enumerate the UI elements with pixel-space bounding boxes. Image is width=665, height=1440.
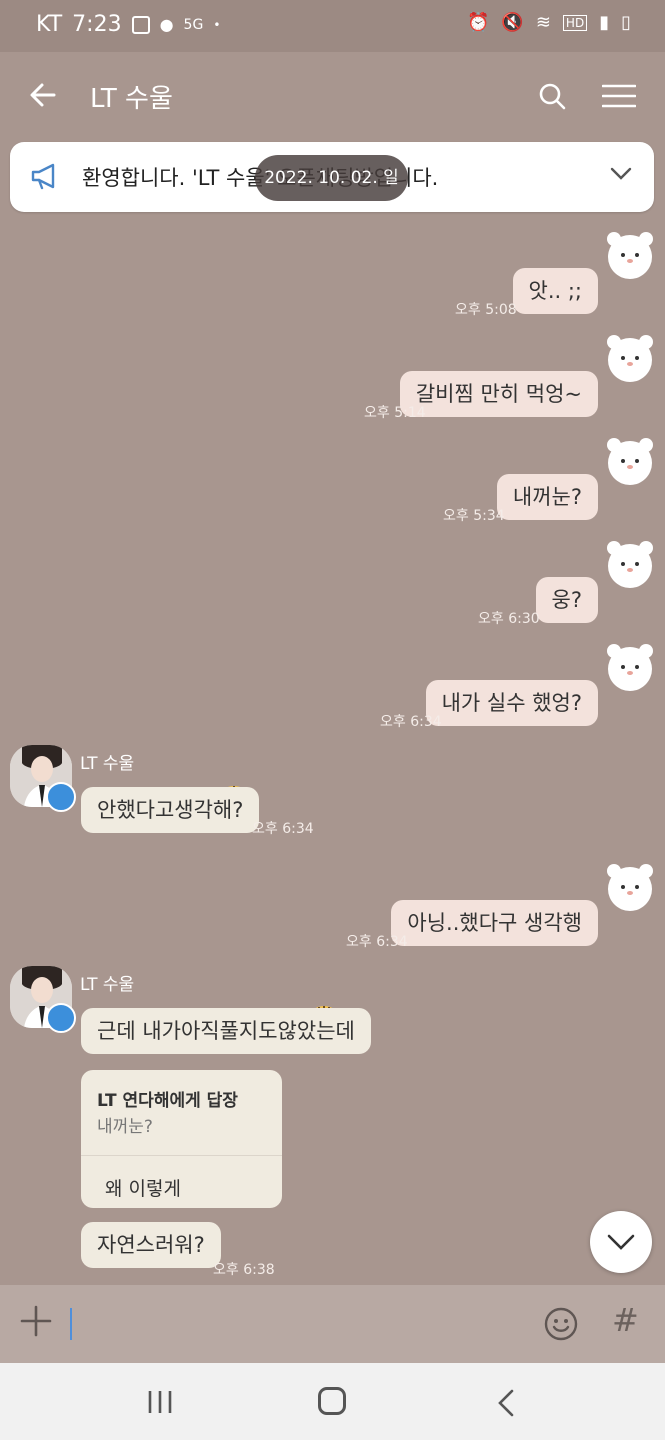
nav-back-icon[interactable] <box>496 1389 516 1417</box>
sender-name: LT 수울 <box>80 975 135 995</box>
message-bubble-out[interactable]: 웅? <box>535 577 598 623</box>
host-crown-icon <box>46 782 76 812</box>
reply-message-card[interactable]: LT 연다해에게 답장 내꺼눈? 왜 이렇게 <box>81 1070 282 1208</box>
battery-icon: ▯ <box>621 12 631 33</box>
system-nav-bar <box>0 1363 665 1440</box>
carrier-label: KT <box>36 12 63 37</box>
bear-avatar[interactable] <box>600 637 660 697</box>
message-bubble-in[interactable]: 안했다고생각해? <box>81 787 260 833</box>
recents-icon[interactable] <box>147 1389 173 1415</box>
message-input-bar: # <box>0 1285 665 1363</box>
message-time: 오후 6:34 <box>252 821 314 837</box>
hd-icon: HD <box>562 14 588 31</box>
chevron-down-icon[interactable] <box>610 162 632 184</box>
reply-body: 왜 이렇게 <box>105 1178 181 1200</box>
message-time: 오후 5:14 <box>364 405 426 421</box>
sender-name: LT 수울 <box>80 754 135 774</box>
reply-quote: 내꺼눈? <box>97 1117 153 1137</box>
clock: 7:23 <box>72 12 122 37</box>
message-bubble-out[interactable]: 아닝..했다구 생각행 <box>391 900 598 946</box>
bear-avatar[interactable] <box>600 328 660 388</box>
chevron-down-icon <box>607 1234 635 1250</box>
chat-title: LT 수울 <box>90 84 173 114</box>
scroll-to-bottom-button[interactable] <box>590 1211 652 1273</box>
search-icon[interactable] <box>538 82 566 110</box>
bear-avatar[interactable] <box>600 225 660 285</box>
wifi-icon: ≋ <box>535 12 551 33</box>
hamburger-menu-icon[interactable] <box>602 84 636 108</box>
bear-avatar[interactable] <box>600 857 660 917</box>
message-time: 오후 6:38 <box>213 1262 275 1278</box>
chat-header: LT 수울 <box>0 52 665 142</box>
bear-avatar[interactable] <box>600 534 660 594</box>
message-bubble-in[interactable]: 자연스러워? <box>81 1222 221 1268</box>
message-bubble-out[interactable]: 내꺼눈? <box>496 474 598 520</box>
message-time: 오후 5:34 <box>443 508 505 524</box>
alarm-icon: ⏰ <box>466 12 490 33</box>
network-label: 5G <box>183 16 204 33</box>
message-time: 오후 5:08 <box>455 302 517 318</box>
message-bubble-out[interactable]: 내가 실수 했엉? <box>425 680 598 726</box>
message-time: 오후 6:30 <box>478 611 540 627</box>
plus-icon[interactable] <box>20 1305 52 1337</box>
dot-icon: • <box>213 17 221 32</box>
message-bubble-out[interactable]: 갈비찜 만히 먹엉~ <box>399 371 598 417</box>
signal-icon: ▮ <box>599 12 610 33</box>
message-bubble-out[interactable]: 앗.. ;; <box>512 268 598 314</box>
hashtag-icon[interactable]: # <box>612 1301 639 1339</box>
message-bubble-in[interactable]: 근데 내가아직풀지도않았는데 <box>81 1008 371 1054</box>
reply-target: LT 연다해에게 답장 <box>97 1091 238 1111</box>
gallery-icon <box>131 15 150 34</box>
message-input[interactable] <box>70 1308 72 1340</box>
megaphone-icon <box>31 163 55 190</box>
status-right: ⏰ 🔇 ≋ HD ▮ ▯ <box>467 12 631 33</box>
date-pill: 2022. 10. 02. 일 <box>255 155 408 201</box>
reply-divider <box>81 1155 282 1156</box>
back-arrow-icon[interactable] <box>28 80 58 116</box>
message-time: 오후 6:34 <box>346 934 408 950</box>
status-bar: KT 7:23 ● 5G • ⏰ 🔇 ≋ HD ▮ ▯ <box>0 0 665 52</box>
host-crown-icon <box>46 1003 76 1033</box>
emoji-icon[interactable] <box>544 1307 578 1341</box>
status-left: KT 7:23 ● 5G • <box>36 12 220 37</box>
home-icon[interactable] <box>318 1387 346 1415</box>
bear-avatar[interactable] <box>600 431 660 491</box>
mic-icon: ● <box>159 15 174 34</box>
mute-icon: 🔇 <box>501 12 524 33</box>
message-time: 오후 6:34 <box>380 714 442 730</box>
